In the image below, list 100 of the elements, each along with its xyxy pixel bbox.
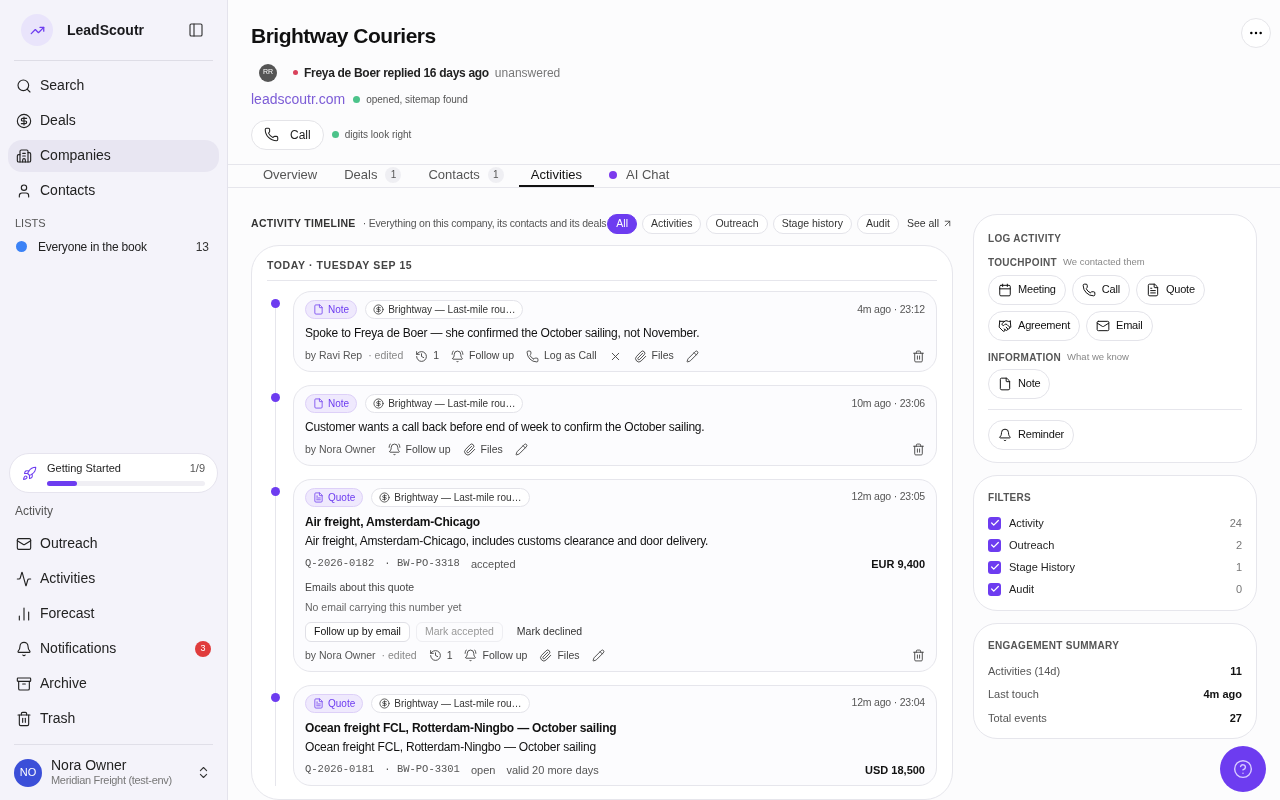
pencil-button[interactable] — [591, 649, 605, 663]
quote-action-button[interactable]: Mark declined — [508, 621, 591, 642]
checkbox[interactable] — [988, 516, 1001, 530]
checkbox[interactable] — [988, 538, 1001, 552]
log-activity-button[interactable]: Quote — [1135, 274, 1205, 305]
log-activity-button[interactable]: Email — [1086, 310, 1153, 341]
rocket-icon — [22, 465, 37, 481]
filter-label: Outreach — [1009, 537, 1056, 553]
bell-icon — [998, 427, 1012, 442]
filter-count: 1 — [1235, 559, 1242, 575]
log-activity-button[interactable]: Agreement — [988, 310, 1080, 341]
handshake-icon — [998, 318, 1012, 333]
website-link[interactable]: leadscoutr.com — [251, 88, 346, 110]
activity-text: Customer wants a call back before end of week to confirm the October sailing. — [305, 419, 706, 436]
nav-item[interactable]: Outreach — [8, 527, 219, 560]
note-icon — [313, 398, 324, 409]
tab[interactable]: Overview — [251, 164, 330, 187]
footer-action[interactable]: Files — [539, 647, 580, 664]
filter-chip[interactable]: Activities — [642, 213, 702, 234]
app-name: LeadScoutr — [67, 20, 144, 40]
dollar-icon — [373, 398, 385, 409]
pencil-button[interactable] — [514, 443, 528, 457]
filter-chip[interactable]: All — [607, 213, 637, 234]
building-icon — [16, 147, 32, 164]
nav-item[interactable]: Search — [8, 69, 219, 102]
footer-action[interactable]: Files — [462, 442, 503, 458]
nav-item[interactable]: Forecast — [8, 597, 219, 630]
website-status: opened, sitemap found — [366, 92, 468, 107]
bell-icon — [464, 649, 478, 663]
quote-title: Air freight, Amsterdam-Chicago — [305, 513, 481, 531]
pencil-button[interactable] — [685, 349, 699, 363]
bell-icon — [16, 640, 32, 657]
delete-button[interactable] — [912, 649, 925, 663]
trash-icon — [16, 710, 32, 727]
dollar-icon — [16, 112, 32, 129]
archive-icon — [16, 675, 32, 692]
tab-count: 1 — [385, 166, 402, 183]
card-heading: LOG ACTIVITY — [988, 231, 1063, 246]
log-activity-button[interactable]: Note — [988, 368, 1051, 399]
delete-button[interactable] — [912, 443, 925, 457]
group-hint: What we know — [1067, 349, 1129, 364]
mail-icon — [1096, 318, 1110, 333]
tab[interactable]: AI Chat — [597, 164, 682, 187]
day-heading: TODAY · TUESDAY SEP 15 — [267, 257, 937, 282]
log-activity-button[interactable]: Reminder — [988, 419, 1075, 450]
see-all-link[interactable]: See all — [906, 215, 953, 232]
footer-action[interactable]: 1 — [415, 348, 440, 364]
summary-value: 11 — [1230, 663, 1242, 679]
list-item[interactable]: Everyone in the book 13 — [8, 231, 219, 262]
user-org: Meridian Freight (test-env) — [51, 774, 173, 789]
footer-action[interactable]: Follow up — [451, 348, 515, 364]
nav-item[interactable]: Deals — [8, 104, 219, 137]
paperclip-icon — [539, 649, 553, 663]
pencil-icon — [514, 443, 528, 457]
phone-icon — [1081, 282, 1096, 297]
nav-item[interactable]: Archive — [8, 667, 219, 700]
filter-chip[interactable]: Outreach — [706, 213, 768, 234]
tab[interactable]: Deals 1 — [332, 164, 414, 187]
nav-item[interactable]: Notifications 3 — [8, 632, 219, 665]
quote-action-button[interactable]: Follow up by email — [305, 621, 410, 642]
document-icon — [1145, 282, 1160, 297]
footer-action[interactable]: Files — [633, 348, 674, 364]
activity-text: Air freight, Amsterdam-Chicago, includes customs clearance and door delivery. — [305, 532, 710, 550]
tab[interactable]: Contacts 1 — [416, 164, 516, 187]
paperclip-icon — [633, 349, 647, 363]
checkbox[interactable] — [988, 582, 1001, 596]
filter-chip[interactable]: Stage history — [772, 213, 852, 234]
footer-action[interactable]: Log as Call — [526, 348, 597, 364]
footer-action[interactable]: Follow up — [464, 647, 528, 664]
tab[interactable]: Activities — [518, 164, 595, 187]
nav-item[interactable]: Trash — [8, 702, 219, 735]
footer-action[interactable]: Follow up — [387, 442, 451, 458]
checkbox[interactable] — [988, 560, 1001, 574]
call-button[interactable]: Call — [251, 119, 324, 150]
note-icon — [998, 376, 1012, 391]
arrow-up-right-icon — [942, 218, 953, 229]
user-avatar: NO — [14, 758, 42, 787]
summary-value: 4m ago — [1203, 687, 1242, 702]
log-activity-button[interactable]: Meeting — [988, 274, 1066, 305]
activity-text: Ocean freight FCL, Rotterdam-Ningbo — October sailing — [305, 738, 597, 756]
footer-action[interactable]: 1 — [428, 647, 453, 664]
nav-item[interactable]: Activities — [8, 562, 219, 595]
log-activity-button[interactable]: Call — [1071, 274, 1130, 305]
delete-button[interactable] — [912, 349, 925, 363]
filter-label: Audit — [1009, 581, 1036, 597]
notification-badge: 3 — [195, 640, 211, 657]
reply-status: Freya de Boer replied 16 days ago — [304, 64, 489, 82]
activity-time: 4m ago · 23:12 — [857, 301, 925, 317]
help-button[interactable] — [1220, 746, 1266, 792]
paperclip-icon — [462, 443, 476, 457]
edited-label: · edited — [368, 348, 404, 364]
pulse-icon — [16, 570, 32, 587]
getting-started-card[interactable]: Getting Started 1/9 — [9, 453, 218, 493]
filter-chip[interactable]: Audit — [856, 213, 899, 234]
quote-number: Q-2026-0182 — [305, 556, 375, 572]
deal-chip: Brightway — Last-mile rou… — [365, 300, 524, 320]
nav-item[interactable]: Companies — [8, 139, 219, 172]
deal-chip: Brightway — Last-mile rou… — [371, 487, 530, 507]
collapse-sidebar-button[interactable] — [188, 22, 204, 38]
nav-item[interactable]: Contacts — [8, 174, 219, 207]
